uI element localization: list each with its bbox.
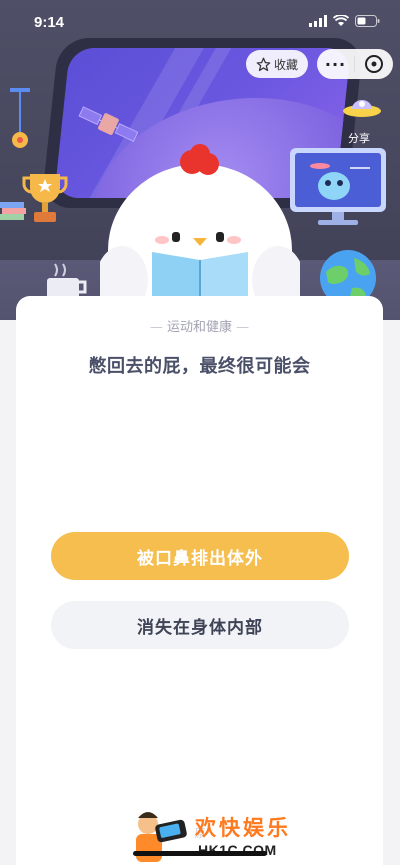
trophy-icon xyxy=(22,174,68,222)
answer-option-a[interactable]: 被口鼻排出体外 xyxy=(51,532,349,580)
status-time: 9:14 xyxy=(34,14,65,31)
share-button[interactable]: 分享 xyxy=(348,130,370,146)
signal-icon xyxy=(309,15,327,27)
battery-icon xyxy=(355,15,380,27)
close-circle-icon xyxy=(364,55,383,73)
status-bar: 9:14 xyxy=(0,0,400,44)
question-card: — 运动和健康 — 憋回去的屁，最终很可能会 被口鼻排出体外 消失在身体内部 xyxy=(16,296,383,865)
tv-monitor-icon xyxy=(290,148,386,225)
watermark-title: 欢快娱乐 xyxy=(195,816,291,840)
answer-option-b[interactable]: 消失在身体内部 xyxy=(51,601,349,649)
books-icon xyxy=(0,202,26,220)
ufo-icon xyxy=(343,100,381,117)
lamp-icon xyxy=(10,88,30,148)
more-button[interactable]: ··· xyxy=(317,55,354,74)
category-label: — 运动和健康 — xyxy=(149,320,250,335)
satellite-icon xyxy=(78,106,138,142)
question-text: 憋回去的屁，最终很可能会 xyxy=(88,356,311,377)
wifi-icon xyxy=(333,15,349,26)
collect-label: 收藏 xyxy=(273,57,298,72)
mini-program-capsule: ··· xyxy=(317,49,393,79)
close-button[interactable] xyxy=(355,54,392,74)
star-icon xyxy=(256,57,271,71)
status-icons xyxy=(309,15,380,27)
hero-scene xyxy=(0,0,400,320)
home-indicator xyxy=(133,851,267,856)
collect-button[interactable]: 收藏 xyxy=(246,50,308,78)
mascot-chick-illustration xyxy=(100,144,300,320)
